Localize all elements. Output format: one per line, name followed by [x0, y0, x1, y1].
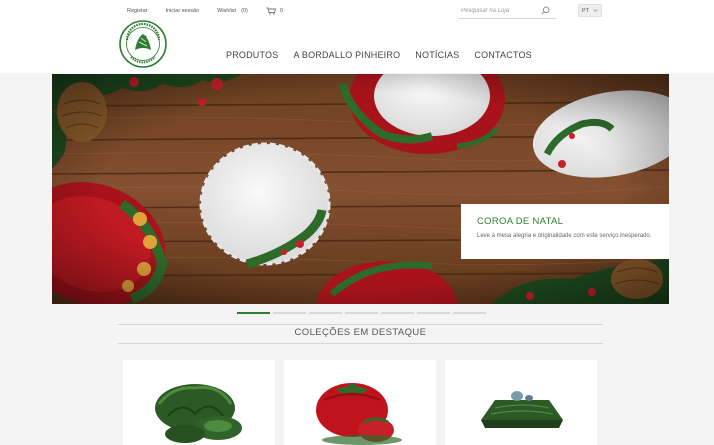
- caption-text: Leve à mesa alegria e originalidade com …: [477, 233, 652, 239]
- slide-indicator[interactable]: [381, 312, 414, 314]
- chevron-down-icon: [593, 9, 598, 12]
- collection-card[interactable]: [445, 360, 597, 445]
- search-input[interactable]: [461, 5, 533, 16]
- section-divider-bottom: [118, 343, 603, 344]
- collection-card[interactable]: [284, 360, 436, 445]
- nav-noticias[interactable]: NOTÍCIAS: [415, 50, 459, 60]
- slide-indicator[interactable]: [309, 312, 342, 314]
- tomato-tureen-image: [316, 383, 402, 445]
- banner-caption[interactable]: COROA DE NATAL Leve à mesa alegria e ori…: [461, 204, 669, 259]
- slide-indicator[interactable]: [417, 312, 450, 314]
- language-select[interactable]: PT: [578, 4, 602, 17]
- slide-indicator[interactable]: [237, 312, 270, 314]
- search-box: [459, 4, 556, 19]
- wishlist-link[interactable]: Wishlist (0): [217, 8, 248, 14]
- nav-produtos[interactable]: PRODUTOS: [226, 50, 278, 60]
- wishlist-count: (0): [241, 8, 248, 14]
- section-divider-top: [118, 324, 603, 325]
- nav-bordallo[interactable]: A BORDALLO PINHEIRO: [293, 50, 400, 60]
- slide-indicator[interactable]: [453, 312, 486, 314]
- featured-title: COLEÇÕES EM DESTAQUE: [294, 327, 427, 338]
- wishlist-label: Wishlist: [217, 8, 237, 14]
- nav-contactos[interactable]: CONTACTOS: [474, 50, 531, 60]
- register-link[interactable]: Registar: [127, 8, 147, 14]
- cart-link[interactable]: 0: [266, 7, 283, 15]
- collection-card[interactable]: [123, 360, 275, 445]
- site-header: Registar Iniciar sessão Wishlist (0) 0 PT: [0, 0, 714, 73]
- cabbage-plates-image: [155, 384, 242, 443]
- hero-banner[interactable]: [52, 74, 669, 304]
- bordallo-logo[interactable]: [119, 20, 167, 68]
- top-links: Registar Iniciar sessão Wishlist (0) 0: [127, 5, 283, 17]
- language-value: PT: [582, 7, 590, 14]
- cart-count: 0: [279, 8, 283, 14]
- slide-indicator[interactable]: [345, 312, 378, 314]
- search-icon[interactable]: [541, 6, 550, 15]
- slide-indicator[interactable]: [273, 312, 306, 314]
- banner-image: [52, 74, 669, 304]
- caption-title: COROA DE NATAL: [477, 216, 564, 227]
- cart-icon: [266, 7, 276, 15]
- slide-indicators: [237, 312, 489, 314]
- login-link[interactable]: Iniciar sessão: [165, 8, 199, 14]
- cabbage-platter-image: [481, 391, 563, 428]
- main-nav: PRODUTOS A BORDALLO PINHEIRO NOTÍCIAS CO…: [226, 50, 547, 60]
